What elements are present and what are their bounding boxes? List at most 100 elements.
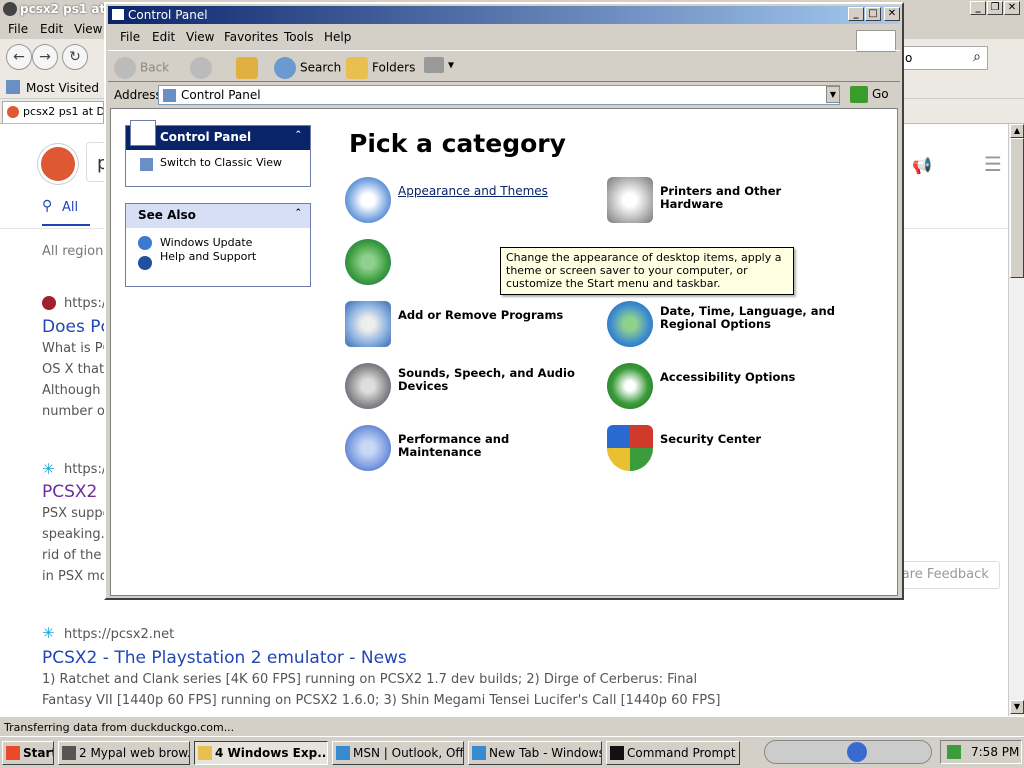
- switch-classic-view-link[interactable]: Switch to Classic View: [126, 150, 310, 171]
- play-icon[interactable]: [847, 742, 867, 762]
- control-panel-icon: [111, 8, 125, 21]
- duckduckgo-logo[interactable]: [38, 144, 78, 184]
- reload-icon[interactable]: ↻: [62, 44, 88, 70]
- system-clock[interactable]: 7:58 PM: [940, 740, 1022, 764]
- search-icon: [274, 57, 296, 79]
- forward-icon[interactable]: →: [32, 44, 58, 70]
- go-button[interactable]: Go: [848, 85, 894, 105]
- category-appearance-themes[interactable]: Appearance and Themes: [345, 177, 585, 223]
- favicon-icon: ✳: [42, 460, 55, 478]
- megaphone-icon[interactable]: 📢: [912, 156, 932, 175]
- control-panel-window: Control Panel _ □ ✕ File Edit View Favor…: [104, 2, 904, 600]
- menu-edit[interactable]: Edit: [40, 22, 63, 36]
- help-support-link[interactable]: Help and Support: [126, 248, 310, 270]
- cp-forward-button[interactable]: [190, 57, 216, 79]
- result-title[interactable]: PCSX2: [42, 482, 97, 502]
- browser-tab[interactable]: pcsx2 ps1 at Duc: [2, 101, 104, 123]
- tab-all[interactable]: All: [62, 200, 78, 215]
- ie-icon: [472, 746, 486, 760]
- windows-update-link[interactable]: Windows Update: [126, 228, 310, 250]
- address-dropdown-icon[interactable]: ▼: [826, 86, 840, 103]
- scroll-up-icon[interactable]: ▲: [1010, 124, 1024, 138]
- menu-view[interactable]: View: [74, 22, 102, 36]
- task-command-prompt[interactable]: Command Prompt: [606, 741, 740, 765]
- add-remove-icon: [345, 301, 391, 347]
- control-panel-icon: [163, 89, 176, 102]
- cp-up-button[interactable]: [236, 57, 262, 79]
- cp-views-button[interactable]: ▾: [424, 57, 454, 73]
- cp-menu-file[interactable]: File: [120, 30, 140, 44]
- cp-minimize-button[interactable]: _: [848, 7, 864, 21]
- scroll-down-icon[interactable]: ▼: [1010, 700, 1024, 714]
- browser-search-input[interactable]: o ⌕: [900, 46, 988, 70]
- tooltip: Change the appearance of desktop items, …: [500, 247, 794, 295]
- address-label: Address: [114, 88, 162, 102]
- page-title: Pick a category: [349, 129, 566, 158]
- hamburger-icon[interactable]: ☰: [984, 152, 1002, 176]
- cp-folders-button[interactable]: Folders: [346, 57, 415, 79]
- result-url[interactable]: https://pcsx2.net: [64, 627, 174, 642]
- address-input[interactable]: Control Panel: [158, 85, 840, 105]
- cp-menu-tools[interactable]: Tools: [284, 30, 314, 44]
- globe-calendar-icon: [607, 301, 653, 347]
- cp-menu-edit[interactable]: Edit: [152, 30, 175, 44]
- category-sounds-speech-audio[interactable]: Sounds, Speech, and Audio Devices: [345, 363, 585, 409]
- cp-menu-view[interactable]: View: [186, 30, 214, 44]
- result-snippet: What is PC OS X that Although Inumber of: [42, 341, 112, 419]
- menu-file[interactable]: File: [8, 22, 28, 36]
- task-new-tab[interactable]: New Tab - Windows...: [468, 741, 602, 765]
- restore-button[interactable]: ❐: [987, 1, 1003, 15]
- tab-underline: [42, 224, 90, 226]
- panel-header[interactable]: Control Panel ⌃: [126, 120, 310, 150]
- bookmark-most-visited[interactable]: Most Visited: [26, 81, 99, 95]
- speaker-icon: [345, 363, 391, 409]
- cp-close-button[interactable]: ✕: [884, 7, 900, 21]
- category-add-remove-programs[interactable]: Add or Remove Programs: [345, 301, 585, 347]
- category-date-time-language[interactable]: Date, Time, Language, and Regional Optio…: [607, 301, 847, 347]
- browser-icon: [3, 2, 17, 16]
- start-button[interactable]: Start: [2, 741, 54, 765]
- category-accessibility[interactable]: Accessibility Options: [607, 363, 847, 409]
- cp-title: Control Panel: [128, 8, 208, 22]
- cp-toolbar: Back Search Folders ▾: [108, 50, 900, 82]
- folder-up-icon: [236, 57, 258, 79]
- region-selector[interactable]: All regions: [42, 244, 110, 259]
- scrollbar[interactable]: ▲ ▼: [1008, 124, 1024, 716]
- folder-icon: [198, 746, 212, 760]
- cp-maximize-button[interactable]: □: [865, 7, 881, 21]
- task-msn[interactable]: MSN | Outlook, Offic...: [332, 741, 464, 765]
- scroll-thumb[interactable]: [1010, 138, 1024, 278]
- back-icon: [114, 57, 136, 79]
- close-button[interactable]: ✕: [1004, 1, 1020, 15]
- result-title[interactable]: Does Pc: [42, 317, 110, 337]
- category-security-center[interactable]: Security Center: [607, 425, 847, 471]
- printer-icon: [607, 177, 653, 223]
- cp-menu-help[interactable]: Help: [324, 30, 351, 44]
- cp-menu-favorites[interactable]: Favorites: [224, 30, 278, 44]
- cp-back-button[interactable]: Back: [114, 57, 169, 79]
- see-also-header[interactable]: See Also ⌃: [126, 204, 310, 228]
- search-icon[interactable]: ⌕: [973, 49, 981, 65]
- collapse-icon: ⌃: [294, 130, 302, 140]
- see-also-box: See Also ⌃ Windows Update Help and Suppo…: [125, 203, 311, 287]
- category-performance-maintenance[interactable]: Performance and Maintenance: [345, 425, 585, 471]
- network-icon: [345, 239, 391, 285]
- result-title[interactable]: PCSX2 - The Playstation 2 emulator - New…: [42, 648, 407, 668]
- task-windows-explorer[interactable]: 4 Windows Exp...: [194, 741, 328, 765]
- console-icon: [610, 746, 624, 760]
- tray-icon[interactable]: [947, 745, 961, 759]
- views-icon: [424, 57, 444, 73]
- pie-chart-icon: [345, 425, 391, 471]
- favicon-icon: [42, 296, 56, 310]
- back-icon[interactable]: ←: [6, 44, 32, 70]
- media-player-controls[interactable]: [764, 740, 932, 764]
- cp-search-button[interactable]: Search: [274, 57, 341, 79]
- category-printers-hardware[interactable]: Printers and Other Hardware: [607, 177, 847, 223]
- browser-icon: [62, 746, 76, 760]
- minimize-button[interactable]: _: [970, 1, 986, 15]
- help-icon: [138, 256, 152, 270]
- task-mypal[interactable]: 2 Mypal web brow...: [58, 741, 190, 765]
- windows-logo-icon: [856, 30, 896, 52]
- windows-logo-icon: [6, 746, 20, 760]
- cp-titlebar[interactable]: Control Panel _ □ ✕: [108, 6, 900, 24]
